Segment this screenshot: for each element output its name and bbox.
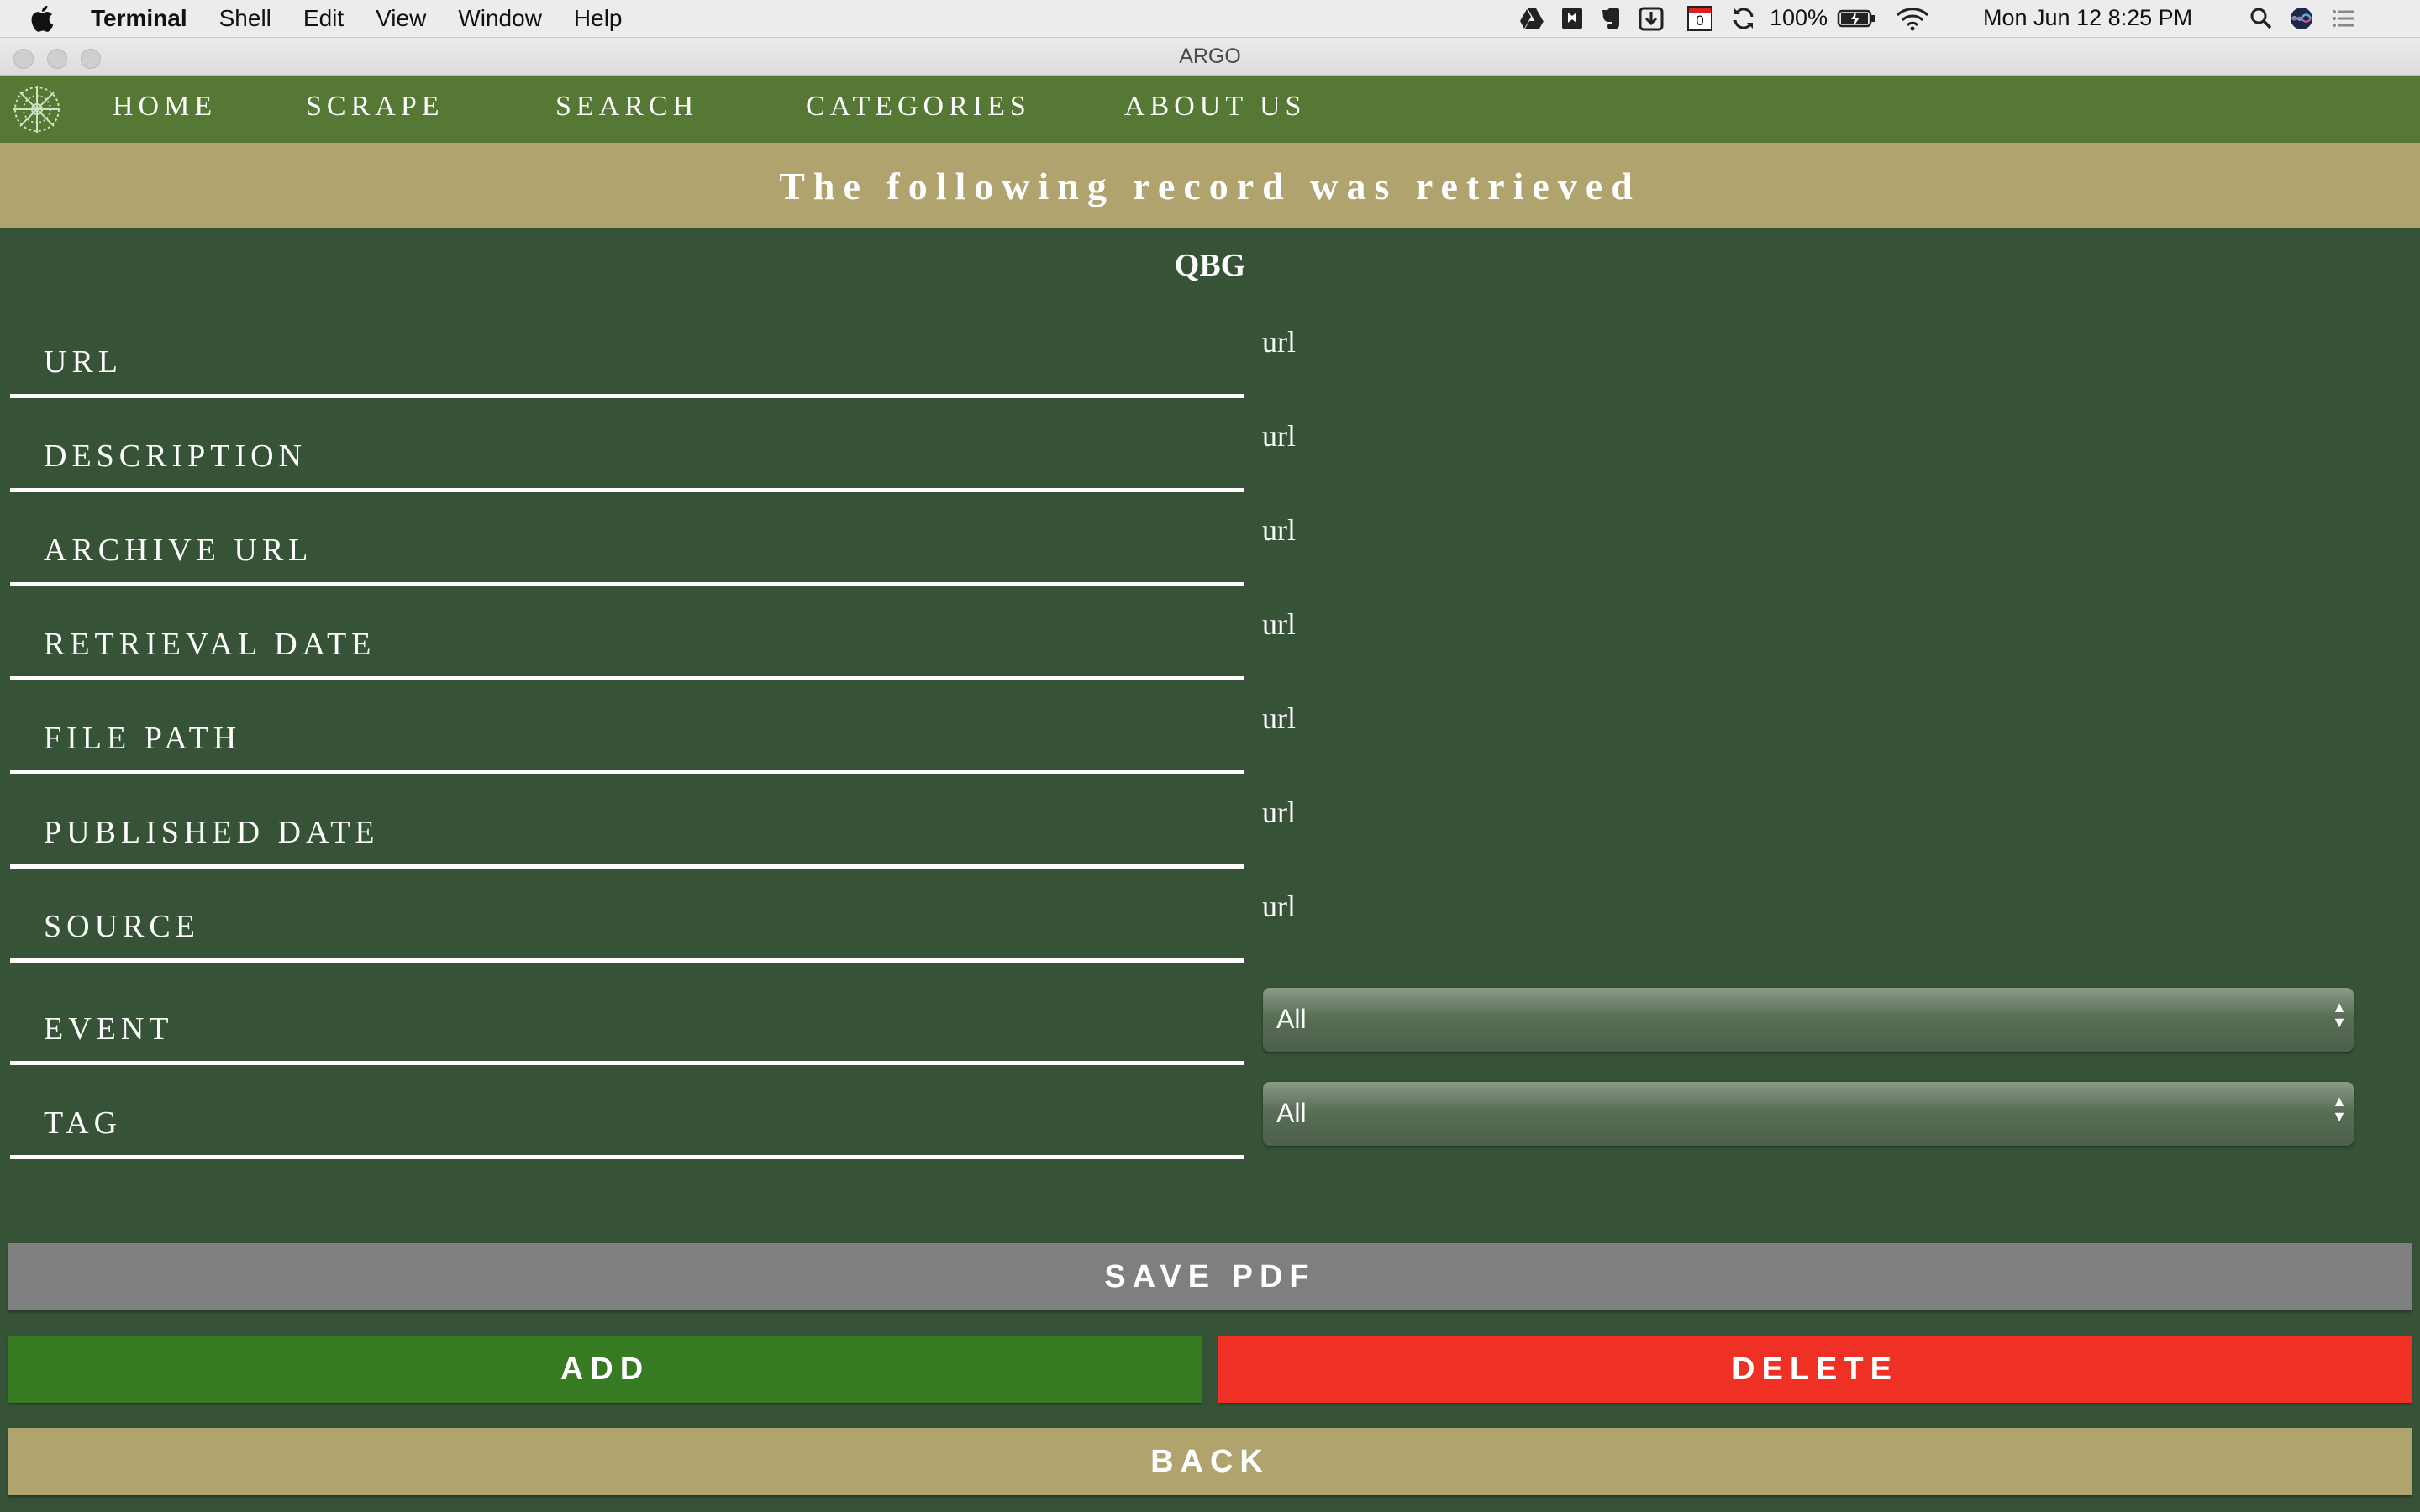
menu-window[interactable]: Window <box>458 5 542 32</box>
notification-center-icon[interactable] <box>2331 6 2356 31</box>
field-label-text: FILE PATH <box>44 721 242 756</box>
record-title: QBG <box>1174 248 1246 283</box>
app-nav-bar: HOME SCRAPE SEARCH CATEGORIES ABOUT US <box>0 76 2420 143</box>
field-label-text: URL <box>44 344 123 380</box>
window-title: ARGO <box>1179 45 1241 68</box>
field-label-tag: TAG <box>10 1105 1244 1159</box>
field-label-text: TAG <box>44 1105 123 1141</box>
battery-icon[interactable] <box>1837 6 1876 31</box>
nav-categories[interactable]: CATEGORIES <box>806 91 1031 123</box>
siri-icon[interactable] <box>2289 6 2314 31</box>
field-value-archive-url: url <box>1262 513 1296 547</box>
delete-button[interactable]: DELETE <box>1218 1336 2412 1403</box>
field-label-published-date: PUBLISHED DATE <box>10 815 1244 869</box>
sync-icon[interactable] <box>1731 6 1756 31</box>
field-label-description: DESCRIPTION <box>10 438 1244 492</box>
field-value-description: url <box>1262 419 1296 453</box>
back-button[interactable]: BACK <box>8 1428 2412 1495</box>
nav-scrape[interactable]: SCRAPE <box>306 91 445 123</box>
field-label-source: SOURCE <box>10 909 1244 963</box>
battery-percent: 100% <box>1770 5 1828 30</box>
apple-icon[interactable] <box>29 4 54 33</box>
calendar-icon[interactable]: 0 <box>1687 6 1712 31</box>
field-label-event: EVENT <box>10 1011 1244 1065</box>
nav-search[interactable]: SEARCH <box>555 91 698 123</box>
nav-about-us[interactable]: ABOUT US <box>1124 91 1306 123</box>
search-icon[interactable] <box>2249 6 2274 31</box>
field-label-retrieval-date: RETRIEVAL DATE <box>10 627 1244 680</box>
event-select[interactable]: All ▲ ▼ <box>1263 988 2354 1052</box>
menu-help[interactable]: Help <box>574 5 623 32</box>
nav-home[interactable]: HOME <box>113 91 217 123</box>
clock[interactable]: Mon Jun 12 8:25 PM <box>1983 5 2192 31</box>
field-label-file-path: FILE PATH <box>10 721 1244 774</box>
window-title-bar: ARGO <box>0 38 2420 76</box>
tag-select-value: All <box>1276 1098 1307 1128</box>
page-banner: The following record was retrieved <box>0 143 2420 228</box>
google-drive-icon[interactable] <box>1519 6 1544 31</box>
field-label-text: EVENT <box>44 1011 174 1047</box>
menu-bar: Terminal Shell Edit View Window Help 0 1… <box>0 0 2420 38</box>
tag-select[interactable]: All ▲ ▼ <box>1263 1082 2354 1146</box>
field-value-published-date: url <box>1262 795 1296 829</box>
field-label-text: DESCRIPTION <box>44 438 308 474</box>
field-label-url: URL <box>10 344 1244 398</box>
menu-shell[interactable]: Shell <box>219 5 271 32</box>
download-icon[interactable] <box>1639 6 1664 31</box>
menu-edit[interactable]: Edit <box>303 5 344 32</box>
field-value-file-path: url <box>1262 701 1296 735</box>
field-value-url: url <box>1262 325 1296 359</box>
field-label-text: RETRIEVAL DATE <box>44 627 376 662</box>
field-value-source: url <box>1262 890 1296 923</box>
select-arrows-icon: ▲ ▼ <box>2332 999 2347 1031</box>
menu-app-name[interactable]: Terminal <box>91 5 187 32</box>
add-button[interactable]: ADD <box>8 1336 1202 1403</box>
bookmark-icon[interactable] <box>1560 6 1585 31</box>
field-label-text: SOURCE <box>44 909 200 944</box>
calendar-badge: 0 <box>1696 13 1704 29</box>
save-pdf-button[interactable]: SAVE PDF <box>8 1243 2412 1310</box>
event-select-value: All <box>1276 1004 1307 1034</box>
field-label-text: ARCHIVE URL <box>44 533 313 568</box>
field-label-archive-url: ARCHIVE URL <box>10 533 1244 586</box>
menu-view[interactable]: View <box>376 5 426 32</box>
field-value-retrieval-date: url <box>1262 607 1296 641</box>
evernote-icon[interactable] <box>1597 6 1622 31</box>
select-arrows-icon: ▲ ▼ <box>2332 1093 2347 1125</box>
field-label-text: PUBLISHED DATE <box>44 815 380 850</box>
wifi-icon[interactable] <box>1896 6 1929 31</box>
argo-logo-icon[interactable] <box>10 82 64 136</box>
